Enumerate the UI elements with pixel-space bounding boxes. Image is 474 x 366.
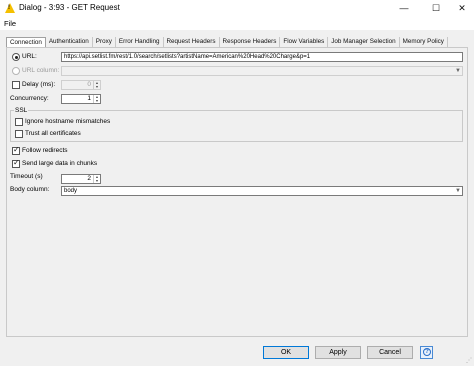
url-input[interactable]: https://api.setlist.fm/rest/1.0/search/s… xyxy=(61,52,463,62)
send-chunks-checkbox[interactable] xyxy=(12,158,20,168)
url-radio[interactable] xyxy=(12,53,20,61)
delay-spinner[interactable]: 0 ▲ ▼ xyxy=(61,80,101,90)
trust-all-label: Trust all certificates xyxy=(25,130,81,137)
trust-all-checkbox[interactable] xyxy=(15,130,23,138)
delay-label: Delay (ms): xyxy=(22,81,56,88)
chevron-down-icon: ▼ xyxy=(455,188,461,194)
timeout-spinner[interactable]: 2 ▲ ▼ xyxy=(61,174,101,184)
resize-grip-icon[interactable]: ⋰ xyxy=(466,357,472,364)
url-column-select[interactable]: ▼ xyxy=(61,66,463,76)
ssl-group: SSL Ignore hostname mismatches Trust all… xyxy=(10,107,463,142)
ssl-group-title: SSL xyxy=(14,107,29,114)
spinner-arrows-icon[interactable]: ▲ ▼ xyxy=(93,175,100,183)
maximize-button[interactable]: ☐ xyxy=(422,0,450,17)
spinner-arrows-icon[interactable]: ▲ ▼ xyxy=(93,95,100,103)
ignore-hostname-checkbox[interactable] xyxy=(15,118,23,126)
ignore-hostname-label: Ignore hostname mismatches xyxy=(25,118,111,125)
ok-button[interactable]: OK xyxy=(263,346,309,359)
follow-redirects-label: Follow redirects xyxy=(22,147,68,154)
url-label: URL: xyxy=(22,53,37,60)
concurrency-spinner[interactable]: 1 ▲ ▼ xyxy=(61,94,101,104)
chevron-down-icon: ▼ xyxy=(455,68,461,74)
help-button[interactable]: ? xyxy=(420,346,433,359)
close-button[interactable]: ✕ xyxy=(448,0,474,17)
body-column-select[interactable]: body ▼ xyxy=(61,186,463,196)
menu-file[interactable]: File xyxy=(4,19,16,28)
warning-icon: ! xyxy=(5,3,15,13)
window-title: Dialog - 3:93 - GET Request xyxy=(19,3,120,12)
connection-panel: URL: https://api.setlist.fm/rest/1.0/sea… xyxy=(6,47,468,337)
title-bar: ! Dialog - 3:93 - GET Request — ☐ ✕ xyxy=(0,0,474,17)
url-column-radio[interactable] xyxy=(12,67,20,75)
delay-checkbox[interactable] xyxy=(12,81,20,89)
menu-bar: File xyxy=(0,17,474,30)
body-column-label: Body column: xyxy=(10,186,50,193)
cancel-button[interactable]: Cancel xyxy=(367,346,413,359)
minimize-button[interactable]: — xyxy=(390,0,418,17)
send-chunks-label: Send large data in chunks xyxy=(22,160,98,167)
spinner-arrows-icon[interactable]: ▲ ▼ xyxy=(93,81,100,89)
concurrency-label: Concurrency: xyxy=(10,95,49,102)
timeout-label: Timeout (s) xyxy=(10,173,43,180)
follow-redirects-checkbox[interactable] xyxy=(12,145,20,155)
help-icon: ? xyxy=(423,348,431,356)
url-column-label: URL column: xyxy=(22,67,60,74)
apply-button[interactable]: Apply xyxy=(315,346,361,359)
